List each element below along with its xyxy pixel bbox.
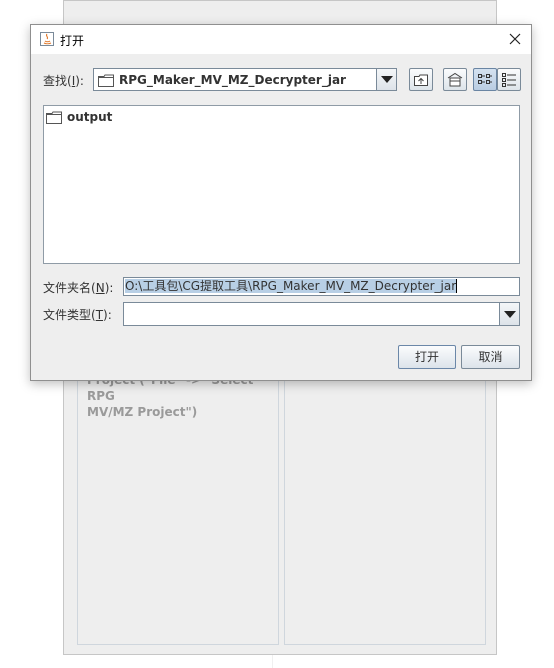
java-app-icon bbox=[40, 32, 54, 46]
home-button[interactable] bbox=[443, 68, 467, 91]
chevron-down-icon bbox=[381, 76, 393, 83]
home-icon bbox=[447, 72, 463, 87]
cancel-button[interactable]: 取消 bbox=[461, 345, 520, 369]
list-item-label: output bbox=[67, 110, 113, 124]
look-in-combo[interactable]: RPG_Maker_MV_MZ_Decrypter_jar bbox=[93, 68, 397, 91]
close-icon[interactable] bbox=[505, 29, 525, 49]
file-type-dropdown-arrow[interactable] bbox=[499, 303, 519, 325]
look-in-label: 查找(I): bbox=[43, 74, 84, 88]
file-type-label: 文件类型(T): bbox=[43, 308, 112, 322]
open-button[interactable]: 打开 bbox=[398, 345, 456, 369]
dialog-title: 打开 bbox=[60, 34, 85, 48]
file-name-input[interactable]: O:\工具包\CG提取工具\RPG_Maker_MV_MZ_Decrypter_… bbox=[123, 277, 520, 296]
chevron-down-icon bbox=[504, 311, 516, 318]
details-view-button[interactable] bbox=[497, 68, 521, 91]
file-name-label: 文件夹名(N): bbox=[43, 281, 114, 295]
up-one-level-button[interactable] bbox=[409, 68, 433, 91]
file-name-value: O:\工具包\CG提取工具\RPG_Maker_MV_MZ_Decrypter_… bbox=[125, 279, 458, 293]
file-type-combo[interactable] bbox=[123, 302, 520, 326]
look-in-value: RPG_Maker_MV_MZ_Decrypter_jar bbox=[98, 71, 346, 89]
open-file-dialog: 打开 查找(I): RPG_Maker_MV_MZ_Decrypter_jar bbox=[30, 24, 532, 381]
list-view-icon bbox=[478, 74, 492, 84]
list-view-button[interactable] bbox=[473, 68, 497, 91]
up-folder-icon bbox=[414, 74, 428, 86]
folder-icon bbox=[98, 74, 114, 87]
look-in-dropdown-arrow[interactable] bbox=[376, 69, 396, 90]
title-bar: 打开 bbox=[31, 25, 531, 54]
details-view-icon bbox=[502, 73, 516, 87]
list-item[interactable]: output bbox=[46, 110, 112, 124]
file-list[interactable]: output bbox=[43, 105, 520, 264]
folder-icon bbox=[46, 111, 62, 124]
